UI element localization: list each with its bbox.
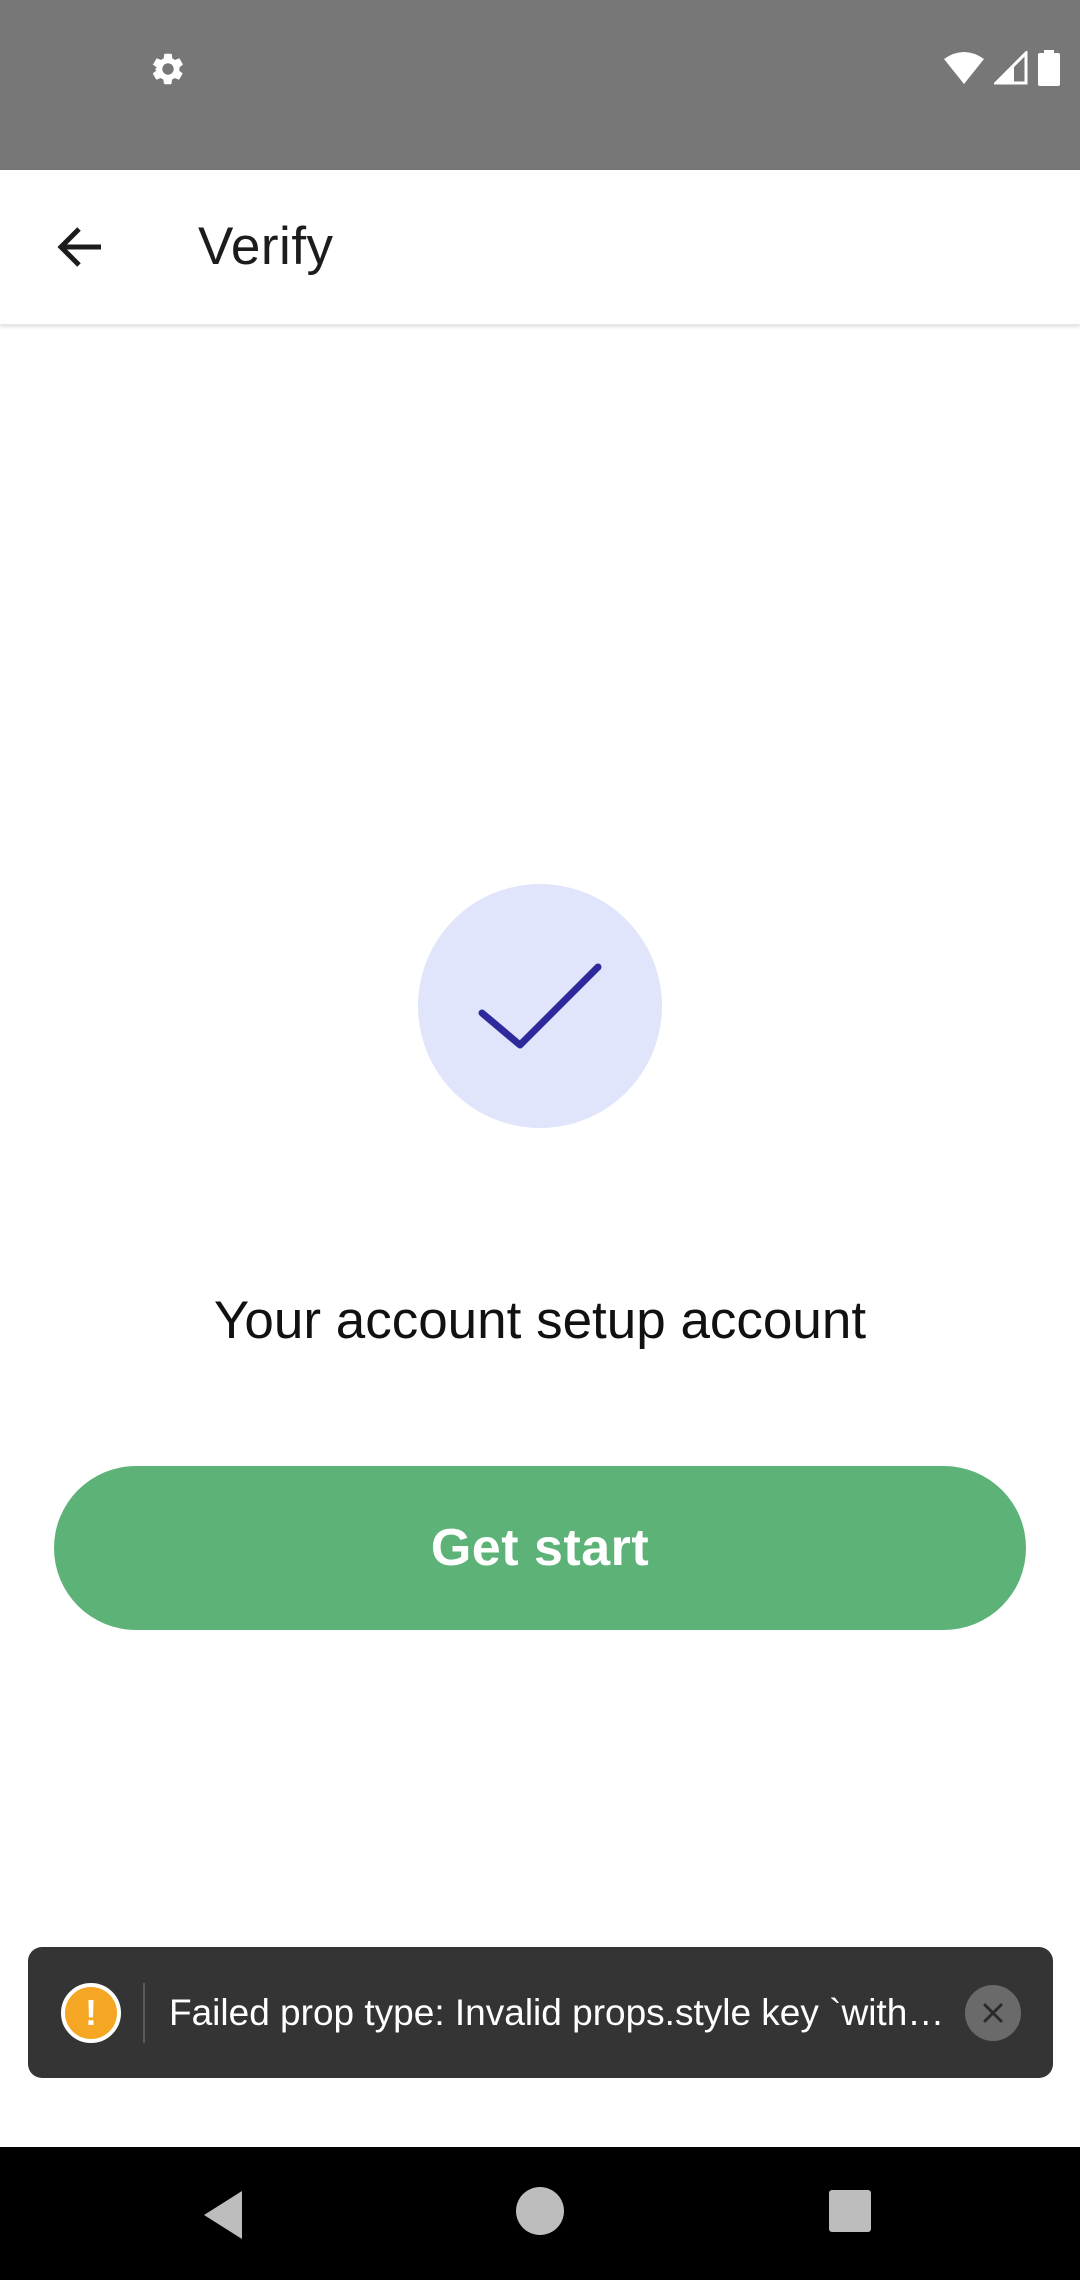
system-nav-bar: [0, 2147, 1080, 2280]
gear-icon: [152, 53, 183, 85]
verify-screen: Verify Your account setup account Get st…: [0, 0, 1080, 2280]
setup-message: Your account setup account: [213, 1291, 867, 1350]
nav-home-icon[interactable]: [516, 2187, 564, 2235]
page-title: Verify: [198, 217, 334, 276]
app-bar: Verify: [0, 170, 1080, 325]
wifi-icon: [944, 52, 984, 84]
toast-message: Failed prop type: Invalid props.style ke…: [169, 1992, 945, 2033]
cell-signal-icon: [994, 51, 1028, 85]
toast-close-button[interactable]: [965, 1985, 1021, 2041]
arrow-left-icon: [57, 227, 101, 267]
status-icons: [944, 48, 1060, 88]
success-badge: [418, 884, 662, 1128]
battery-icon: [1038, 50, 1060, 86]
back-button[interactable]: [40, 207, 120, 287]
warning-icon: !: [61, 1983, 121, 2043]
get-start-button[interactable]: Get start: [54, 1466, 1026, 1630]
warning-toast[interactable]: ! Failed prop type: Invalid props.style …: [28, 1947, 1053, 2078]
close-icon: [983, 2003, 1003, 2023]
status-bar: [0, 0, 1080, 170]
check-icon: [478, 963, 602, 1049]
nav-back-icon[interactable]: [196, 2187, 252, 2243]
nav-recents-icon[interactable]: [829, 2190, 871, 2232]
toast-divider: [143, 1983, 145, 2043]
